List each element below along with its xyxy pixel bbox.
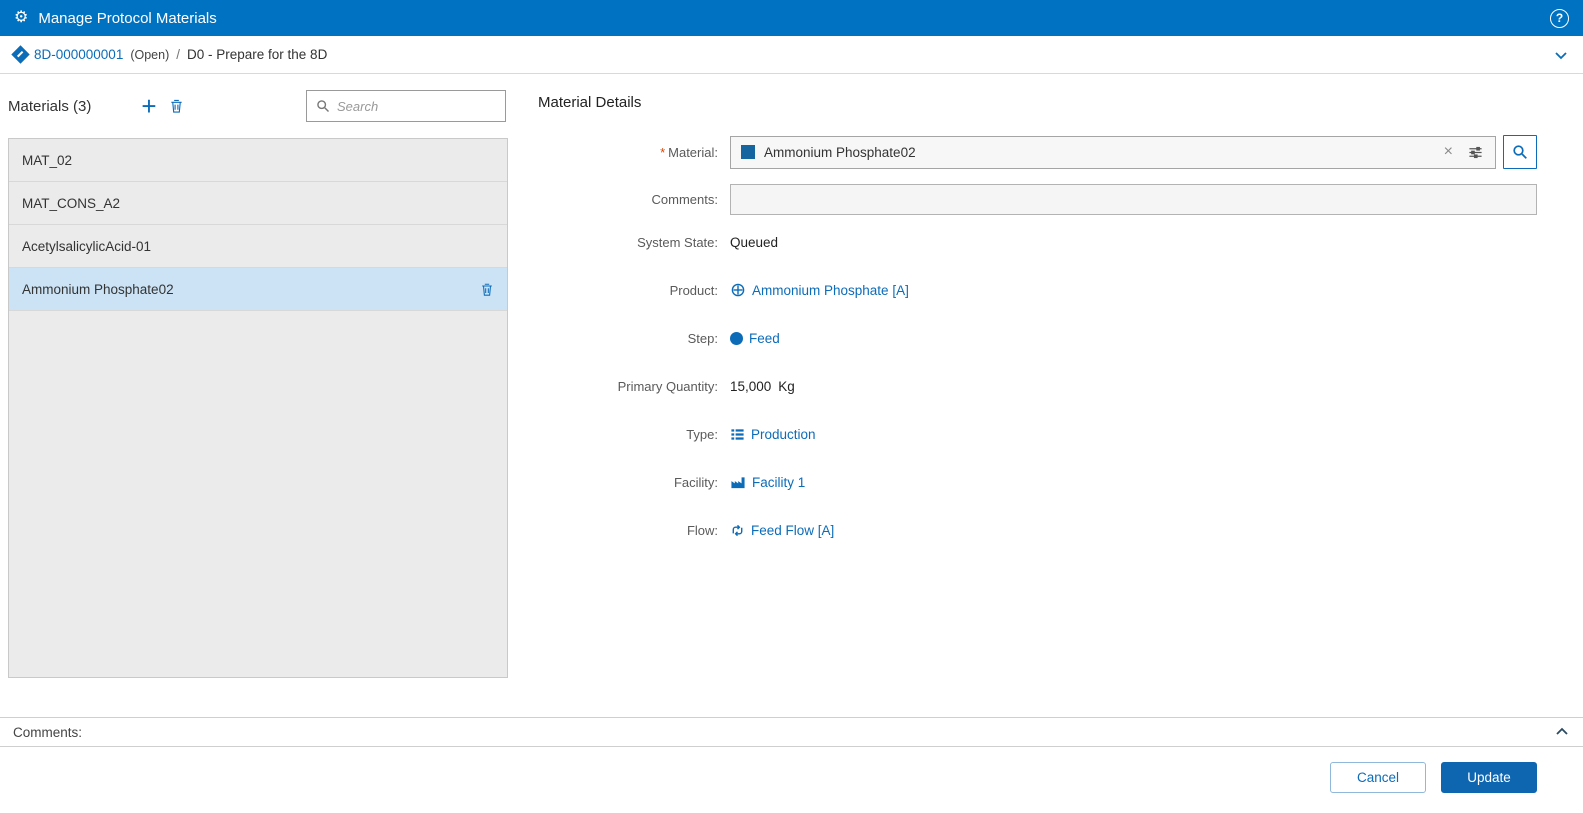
protocol-diamond-icon	[11, 45, 29, 63]
materials-panel-title: Materials (3)	[8, 98, 91, 115]
facility-label: Facility:	[538, 475, 730, 490]
material-input[interactable]: Ammonium Phosphate02 ×	[730, 136, 1496, 169]
flow-icon	[730, 523, 745, 538]
step-label: Step:	[538, 331, 730, 346]
main-content: Materials (3) + MAT_02 MAT_CONS_A2 Acety…	[0, 74, 1583, 717]
footer-actions: Cancel Update	[0, 747, 1583, 793]
system-state-value: Queued	[730, 235, 778, 250]
flow-label: Flow:	[538, 523, 730, 538]
comments-input[interactable]	[730, 184, 1537, 215]
material-row: *Material: Ammonium Phosphate02 ×	[538, 135, 1575, 169]
search-icon	[316, 99, 330, 113]
step-icon	[730, 332, 743, 345]
system-state-label: System State:	[538, 235, 730, 250]
list-item-selected[interactable]: Ammonium Phosphate02	[9, 268, 507, 311]
protocol-status: (Open)	[130, 48, 169, 62]
list-item-label: AcetylsalicylicAcid-01	[22, 239, 151, 254]
row-trash-icon[interactable]	[480, 282, 494, 297]
list-item[interactable]: MAT_CONS_A2	[9, 182, 507, 225]
chevron-down-icon[interactable]	[1553, 47, 1569, 63]
primary-quantity-unit: Kg	[778, 379, 795, 394]
type-list-icon	[730, 427, 745, 442]
material-field: Ammonium Phosphate02 ×	[730, 135, 1537, 169]
page-title: Manage Protocol Materials	[38, 10, 216, 27]
type-row: Type: Production	[538, 422, 1575, 446]
product-icon	[730, 282, 746, 298]
facility-icon	[730, 475, 746, 490]
product-label: Product:	[538, 283, 730, 298]
comments-label: Comments:	[538, 192, 730, 207]
materials-search-input[interactable]	[337, 99, 496, 114]
primary-quantity-value: 15,000	[730, 379, 771, 394]
product-link[interactable]: Ammonium Phosphate [A]	[730, 282, 909, 298]
list-item-label: Ammonium Phosphate02	[22, 282, 174, 297]
app-gears-icon: ⚙	[14, 10, 28, 26]
type-link[interactable]: Production	[730, 427, 816, 442]
materials-search-box	[306, 90, 506, 122]
step-row: Step: Feed	[538, 326, 1575, 350]
material-label: *Material:	[538, 145, 730, 160]
title-bar: ⚙ Manage Protocol Materials ?	[0, 0, 1583, 36]
comments-section-label: Comments:	[13, 725, 82, 740]
type-label: Type:	[538, 427, 730, 442]
chevron-up-icon[interactable]	[1554, 724, 1570, 740]
comments-row: Comments:	[538, 184, 1575, 215]
list-item[interactable]: AcetylsalicylicAcid-01	[9, 225, 507, 268]
materials-panel: Materials (3) + MAT_02 MAT_CONS_A2 Acety…	[8, 74, 508, 717]
breadcrumb-separator: /	[176, 47, 180, 62]
material-value: Ammonium Phosphate02	[764, 145, 916, 160]
material-search-button[interactable]	[1503, 135, 1537, 169]
required-marker: *	[660, 145, 665, 160]
materials-list: MAT_02 MAT_CONS_A2 AcetylsalicylicAcid-0…	[8, 138, 508, 678]
update-button[interactable]: Update	[1441, 762, 1537, 793]
step-link[interactable]: Feed	[730, 331, 780, 346]
material-type-icon	[741, 145, 755, 159]
list-item-label: MAT_CONS_A2	[22, 196, 120, 211]
add-material-button[interactable]: +	[141, 95, 156, 117]
flow-link[interactable]: Feed Flow [A]	[730, 523, 834, 538]
breadcrumb: 8D-000000001 (Open) / D0 - Prepare for t…	[0, 36, 1583, 74]
material-details-panel: Material Details *Material: Ammonium Pho…	[508, 74, 1575, 717]
clear-icon[interactable]: ×	[1440, 144, 1457, 160]
details-title: Material Details	[538, 94, 1575, 111]
system-state-row: System State: Queued	[538, 230, 1575, 254]
facility-row: Facility: Facility 1	[538, 470, 1575, 494]
flow-row: Flow: Feed Flow [A]	[538, 518, 1575, 542]
help-icon[interactable]: ?	[1550, 9, 1569, 28]
cancel-button[interactable]: Cancel	[1330, 762, 1426, 793]
materials-panel-header: Materials (3) +	[8, 74, 508, 138]
breadcrumb-step: D0 - Prepare for the 8D	[187, 47, 327, 62]
list-item-label: MAT_02	[22, 153, 72, 168]
protocol-id-link[interactable]: 8D-000000001	[34, 47, 123, 62]
list-item[interactable]: MAT_02	[9, 139, 507, 182]
filter-list-icon[interactable]	[1466, 145, 1485, 160]
primary-quantity-row: Primary Quantity: 15,000 Kg	[538, 374, 1575, 398]
comments-section-bar: Comments:	[0, 717, 1583, 747]
product-row: Product: Ammonium Phosphate [A]	[538, 278, 1575, 302]
facility-link[interactable]: Facility 1	[730, 475, 805, 490]
delete-material-button[interactable]	[169, 98, 184, 114]
primary-quantity-label: Primary Quantity:	[538, 379, 730, 394]
